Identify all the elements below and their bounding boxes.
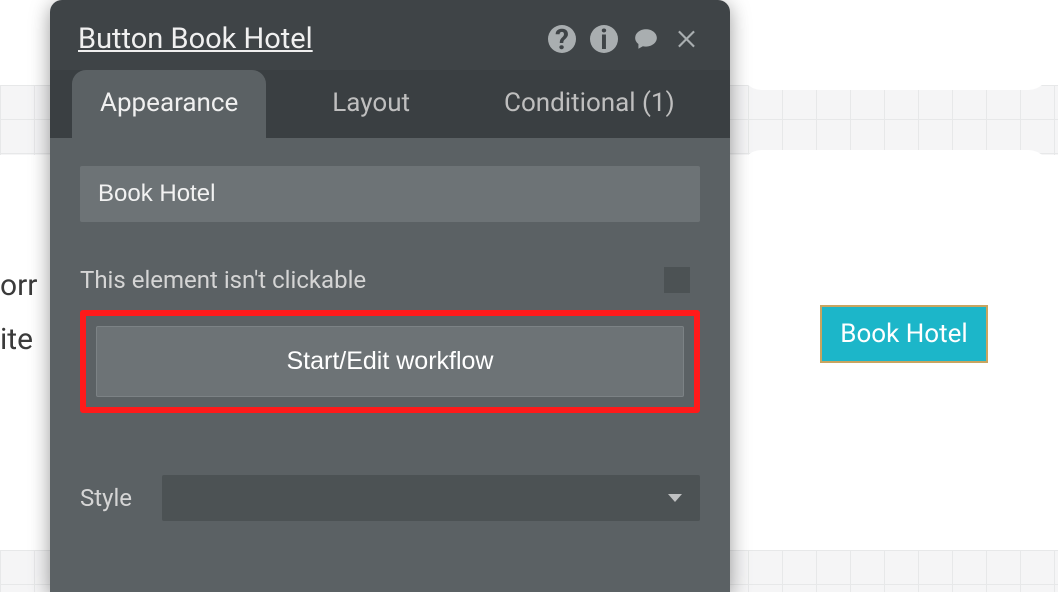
clickable-checkbox[interactable] (664, 267, 690, 293)
start-edit-workflow-button[interactable]: Start/Edit workflow (96, 326, 684, 397)
panel-title[interactable]: Button Book Hotel (78, 22, 548, 56)
book-hotel-button[interactable]: Book Hotel (820, 305, 988, 363)
panel-header: Button Book Hotel ? i (50, 0, 730, 70)
workflow-button-highlight: Start/Edit workflow (80, 310, 700, 413)
canvas-text-fragment: ite (0, 322, 33, 357)
help-icon[interactable]: ? (548, 25, 576, 53)
style-dropdown[interactable] (162, 475, 700, 521)
style-row: Style (80, 475, 700, 521)
caption-input[interactable] (80, 166, 700, 222)
comment-icon[interactable] (632, 25, 660, 53)
tab-appearance[interactable]: Appearance (72, 70, 266, 138)
tab-conditional[interactable]: Conditional (1) (476, 70, 703, 138)
panel-header-icons: ? i (548, 25, 702, 53)
style-label: Style (80, 484, 132, 512)
clickable-label: This element isn't clickable (80, 266, 366, 294)
canvas-text-fragment: orr (0, 268, 37, 303)
close-icon[interactable] (674, 25, 702, 53)
panel-tabs: Appearance Layout Conditional (1) (50, 70, 730, 138)
clickable-row: This element isn't clickable (80, 266, 700, 294)
canvas-card (740, 0, 1050, 90)
property-editor-panel: Button Book Hotel ? i Appearance Layout … (50, 0, 730, 592)
info-icon[interactable]: i (590, 25, 618, 53)
tab-layout[interactable]: Layout (304, 70, 438, 138)
panel-body: This element isn't clickable Start/Edit … (50, 138, 730, 592)
